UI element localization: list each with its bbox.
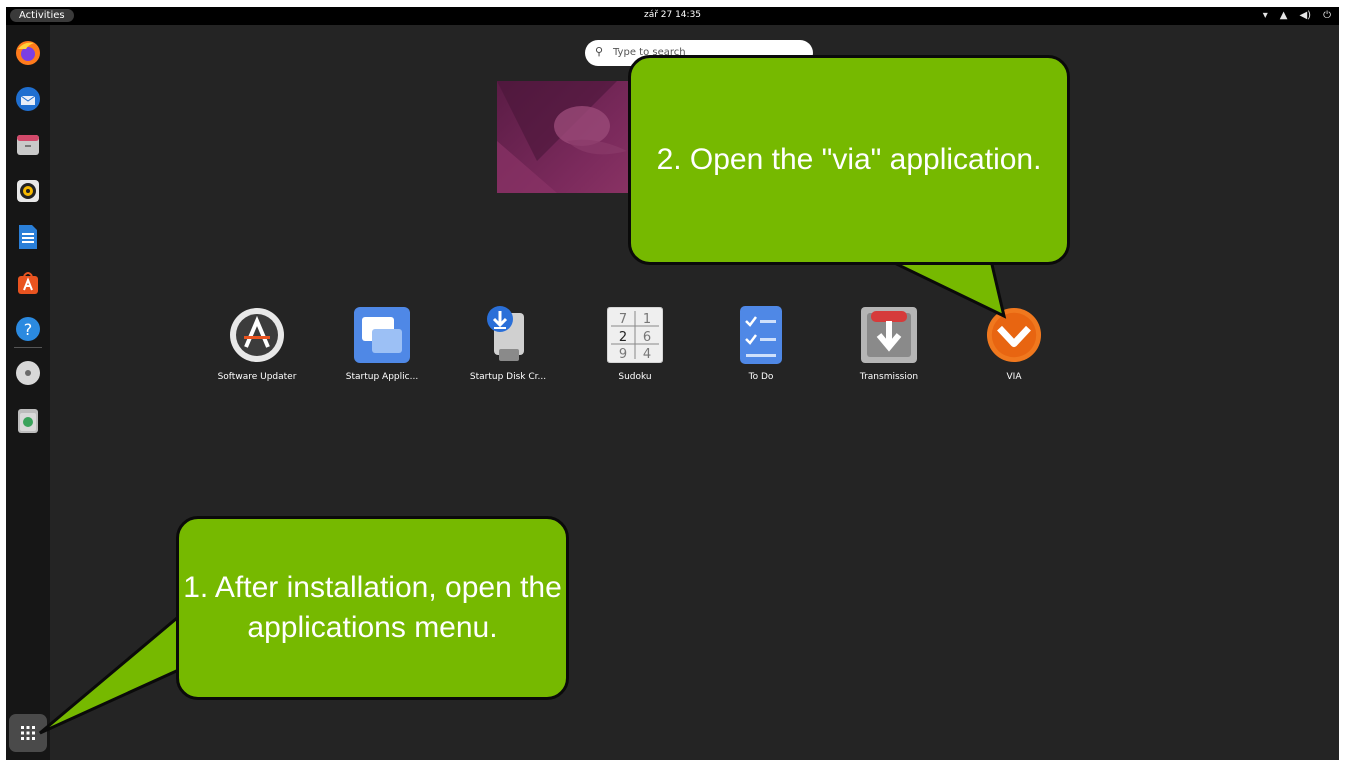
app-label: Startup Disk Cr... bbox=[469, 372, 547, 382]
app-startup-disk-creator[interactable]: Startup Disk Cr... bbox=[453, 305, 563, 383]
optical-disc-icon[interactable] bbox=[12, 357, 44, 389]
app-label: VIA bbox=[1006, 372, 1022, 382]
callout-step-1-text: 1. After installation, open the applicat… bbox=[183, 571, 562, 644]
app-software-updater[interactable]: Software Updater bbox=[202, 305, 312, 383]
software-updater-icon bbox=[229, 305, 285, 365]
firefox-icon[interactable] bbox=[12, 37, 44, 69]
to-do-icon bbox=[733, 305, 789, 365]
transmission-icon bbox=[861, 305, 917, 365]
app-label: Sudoku bbox=[618, 372, 652, 382]
app-sudoku[interactable]: 7 1 2 6 9 4 Sudoku bbox=[580, 305, 690, 383]
chevron-down-icon[interactable]: ▾ bbox=[1263, 9, 1268, 22]
callout-step-2-text: 2. Open the "via" application. bbox=[656, 143, 1042, 176]
svg-text:2: 2 bbox=[619, 330, 627, 345]
dock-separator bbox=[14, 347, 42, 348]
svg-text:1: 1 bbox=[643, 312, 651, 327]
thunderbird-icon[interactable] bbox=[12, 83, 44, 115]
show-applications-button[interactable] bbox=[9, 714, 47, 752]
page-indicator bbox=[684, 753, 724, 760]
volume-icon[interactable]: ◀) bbox=[1299, 9, 1311, 22]
libreoffice-writer-icon[interactable] bbox=[12, 221, 44, 253]
clock[interactable]: zář 27 14:35 bbox=[6, 10, 1339, 20]
app-label: Transmission bbox=[859, 372, 919, 382]
app-center-icon[interactable] bbox=[12, 267, 44, 299]
app-startup-applications[interactable]: Startup Applic... bbox=[327, 305, 437, 383]
top-bar: Activities zář 27 14:35 ▾ ▲ ◀) ⏻ bbox=[6, 7, 1339, 25]
power-icon[interactable]: ⏻ bbox=[1323, 9, 1331, 22]
app-label: Software Updater bbox=[217, 372, 297, 382]
callout-step-1: 1. After installation, open the applicat… bbox=[176, 516, 569, 700]
app-transmission[interactable]: Transmission bbox=[834, 305, 944, 383]
trash-icon[interactable] bbox=[12, 405, 44, 437]
network-icon[interactable]: ▲ bbox=[1280, 9, 1288, 22]
svg-text:6: 6 bbox=[643, 330, 651, 345]
rhythmbox-icon[interactable] bbox=[12, 175, 44, 207]
files-icon[interactable] bbox=[12, 129, 44, 161]
svg-text:7: 7 bbox=[619, 312, 627, 327]
app-to-do[interactable]: To Do bbox=[706, 305, 816, 383]
dock: ? bbox=[6, 25, 50, 760]
svg-text:4: 4 bbox=[643, 347, 651, 362]
svg-text:9: 9 bbox=[619, 347, 627, 362]
search-icon: ⚲ bbox=[595, 45, 604, 58]
svg-text:?: ? bbox=[24, 320, 33, 339]
startup-disk-creator-icon bbox=[480, 305, 536, 365]
app-label: To Do bbox=[748, 372, 774, 382]
startup-applications-icon bbox=[354, 305, 410, 365]
via-icon bbox=[986, 305, 1042, 365]
callout-step-2: 2. Open the "via" application. bbox=[628, 55, 1070, 265]
grid-icon bbox=[21, 726, 35, 740]
sudoku-icon: 7 1 2 6 9 4 bbox=[607, 305, 663, 365]
help-icon[interactable]: ? bbox=[12, 313, 44, 345]
app-via[interactable]: VIA bbox=[959, 305, 1069, 383]
system-tray[interactable]: ▾ ▲ ◀) ⏻ bbox=[1263, 9, 1331, 22]
app-label: Startup Applic... bbox=[345, 372, 419, 382]
